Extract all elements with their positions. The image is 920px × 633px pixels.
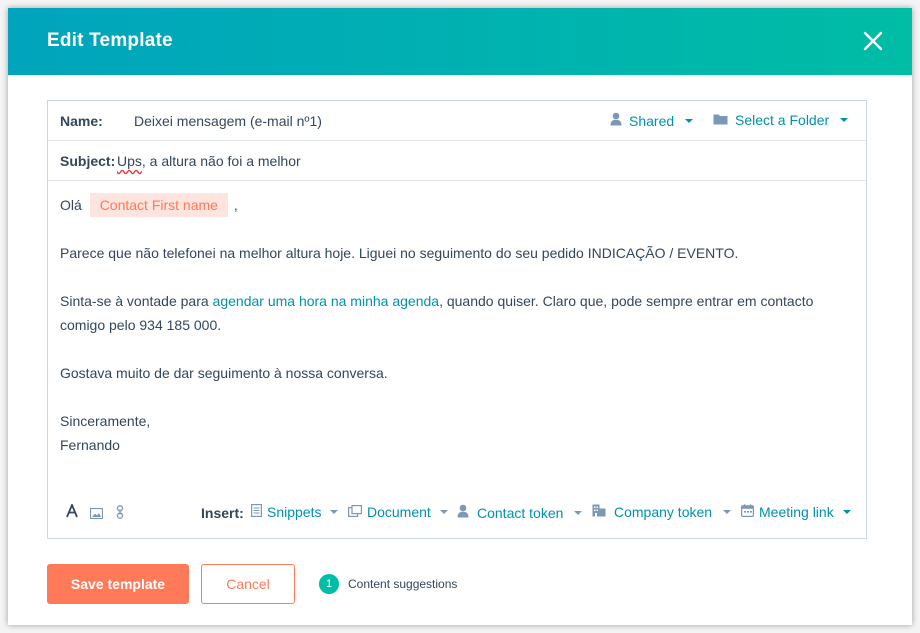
meeting-link-label: Meeting link: [759, 504, 834, 520]
folder-icon: [713, 112, 728, 128]
subject-misspelled-word: Ups: [117, 153, 142, 169]
closing-line: Sinceramente,: [60, 413, 151, 429]
template-editor: Name: Deixei mensagem (e-mail nº1) Share…: [47, 100, 867, 539]
chevron-down-icon: [574, 510, 583, 515]
chevron-down-icon: [439, 510, 448, 514]
content-suggestions[interactable]: 1 Content suggestions: [319, 574, 457, 594]
contact-token-label: Contact token: [477, 504, 564, 521]
document-label: Document: [367, 504, 431, 520]
chevron-down-icon: [842, 510, 851, 514]
text-format-icon[interactable]: [66, 502, 78, 521]
modal-header: Edit Template: [8, 8, 912, 75]
suggestions-label: Content suggestions: [348, 577, 458, 591]
greeting-line: Olá Contact First name ,: [60, 193, 238, 217]
contact-token-button[interactable]: Contact token: [457, 504, 583, 521]
screen-backdrop: Edit Template Name: Deixei mensagem (e-m…: [0, 0, 920, 633]
image-icon[interactable]: [89, 506, 104, 522]
contact-token-chip[interactable]: Contact First name: [89, 193, 228, 217]
paragraph-3: Gostava muito de dar seguimento à nossa …: [60, 365, 388, 381]
company-token-button[interactable]: Company token: [592, 504, 732, 520]
name-row: Name: Deixei mensagem (e-mail nº1) Share…: [48, 101, 866, 141]
user-icon: [457, 504, 469, 521]
chevron-down-icon: [685, 118, 694, 123]
suggestions-count-badge: 1: [319, 574, 339, 594]
save-template-button[interactable]: Save template: [47, 564, 189, 604]
subject-rest: , a altura não foi a melhor: [141, 153, 301, 169]
editor-toolbar: Insert: Snippets Document Contact token …: [48, 497, 866, 527]
shared-label: Shared: [629, 112, 675, 129]
signature-line: Fernando: [60, 437, 120, 453]
snippets-label: Snippets: [267, 504, 322, 520]
modal-title: Edit Template: [47, 30, 173, 51]
paragraph-2-line-2: comigo pelo 934 185 000.: [60, 317, 222, 333]
company-token-label: Company token: [614, 504, 713, 520]
chevron-down-icon: [723, 510, 732, 514]
subject-input[interactable]: Ups, a altura não foi a melhor: [117, 153, 301, 169]
document-text-icon: [251, 504, 263, 520]
greeting-comma: ,: [233, 197, 238, 213]
name-input[interactable]: Deixei mensagem (e-mail nº1): [134, 113, 322, 129]
link-icon[interactable]: [116, 505, 124, 522]
folder-dropdown[interactable]: Select a Folder: [713, 112, 849, 128]
paragraph-2-after: , quando quiser. Claro que, pode sempre …: [439, 293, 814, 309]
edit-template-modal: Edit Template Name: Deixei mensagem (e-m…: [8, 8, 912, 625]
name-label: Name:: [60, 113, 103, 129]
paragraph-2: Sinta-se à vontade para agendar uma hora…: [60, 289, 813, 313]
paragraph-2-before: Sinta-se à vontade para: [60, 293, 213, 309]
meeting-link[interactable]: agendar uma hora na minha agenda: [213, 293, 440, 309]
insert-label: Insert:: [201, 505, 244, 521]
snippets-button[interactable]: Snippets: [251, 504, 339, 520]
meeting-link-button[interactable]: Meeting link: [741, 504, 851, 520]
cancel-button[interactable]: Cancel: [201, 564, 295, 604]
chevron-down-icon: [840, 118, 849, 122]
folder-label: Select a Folder: [735, 112, 830, 128]
building-icon: [592, 504, 606, 520]
shared-dropdown[interactable]: Shared: [610, 112, 694, 129]
calendar-icon: [741, 504, 755, 520]
documents-icon: [348, 504, 362, 520]
chevron-down-icon: [330, 510, 339, 514]
document-button[interactable]: Document: [348, 504, 448, 520]
user-icon: [610, 112, 622, 129]
subject-row: Subject: Ups, a altura não foi a melhor: [48, 141, 866, 181]
close-icon[interactable]: [860, 28, 886, 54]
paragraph-1: Parece que não telefonei na melhor altur…: [60, 245, 739, 261]
greeting-text: Olá: [60, 197, 82, 213]
subject-label: Subject:: [60, 153, 116, 169]
